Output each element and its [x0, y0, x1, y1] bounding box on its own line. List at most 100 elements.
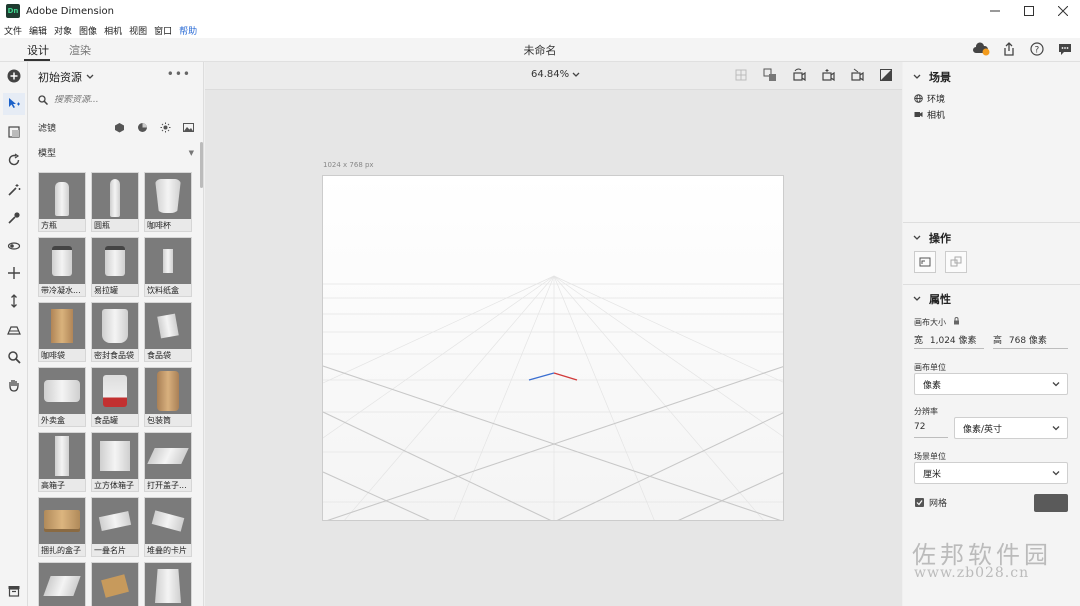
scene-item-camera[interactable]: 相机 [914, 108, 945, 121]
menu-help[interactable]: 帮助 [179, 24, 197, 37]
asset-tile[interactable]: 易拉罐 [91, 237, 139, 297]
cloud-sync-button[interactable] [972, 40, 990, 58]
help-button[interactable]: ? [1028, 40, 1046, 58]
resolution-unit-select[interactable]: 像素/英寸 [954, 417, 1068, 439]
scene-item-label: 环境 [927, 95, 946, 105]
asset-tile[interactable] [38, 562, 86, 606]
asset-thumbnail [145, 563, 191, 606]
frame-icon [8, 126, 20, 138]
canvas-size-label: 1024 x 768 px [323, 161, 374, 169]
match-image-button[interactable] [945, 251, 967, 273]
asset-tile[interactable]: 一叠名片 [91, 497, 139, 557]
scene-section-header[interactable]: 场景 [913, 69, 951, 85]
assets-dropdown[interactable]: 初始资源 [38, 69, 94, 85]
camera-dolly-button[interactable] [849, 67, 865, 83]
search-input[interactable] [54, 95, 184, 105]
zoom-tool[interactable] [3, 346, 25, 368]
asset-tile[interactable]: 包装筒 [144, 367, 192, 427]
dolly-tool[interactable] [3, 290, 25, 312]
render-preview-button[interactable] [878, 67, 894, 83]
asset-tile[interactable]: 打开盖子... [144, 432, 192, 492]
asset-tile[interactable]: 饮料纸盒 [144, 237, 192, 297]
asset-tile[interactable]: 密封食品袋 [91, 302, 139, 362]
grid-view-button[interactable] [733, 67, 749, 83]
height-field[interactable]: 高 768 像素 [993, 333, 1047, 346]
canvas-unit-select[interactable]: 像素 [914, 373, 1068, 395]
asset-tile[interactable]: 咖啡杯 [144, 172, 192, 232]
menu-file[interactable]: 文件 [4, 24, 22, 37]
hand-tool[interactable] [3, 374, 25, 396]
minimize-button[interactable] [978, 0, 1012, 22]
asset-tile[interactable]: 捆扎的盒子 [38, 497, 86, 557]
zoom-dropdown[interactable]: 64.84% [531, 69, 580, 80]
fit-canvas-button[interactable] [914, 251, 936, 273]
menu-object[interactable]: 对象 [54, 24, 72, 37]
menu-view[interactable]: 视图 [129, 24, 147, 37]
asset-tile[interactable]: 咖啡袋 [38, 302, 86, 362]
light-filter-icon[interactable] [160, 122, 171, 133]
pan-camera-tool[interactable] [3, 262, 25, 284]
scene-item-environment[interactable]: 环境 [914, 92, 945, 105]
asset-tile[interactable]: 食品袋 [144, 302, 192, 362]
asset-tile[interactable] [144, 562, 192, 606]
asset-thumbnail [145, 173, 191, 219]
checkmark-icon [916, 500, 923, 506]
camera-orbit-button[interactable] [791, 67, 807, 83]
asset-label: 一叠名片 [94, 546, 126, 555]
image-filter-icon[interactable] [183, 122, 194, 133]
height-label: 高 [993, 336, 1003, 346]
library-tool[interactable] [3, 580, 25, 602]
asset-label: 捆扎的盒子 [41, 546, 81, 555]
asset-thumbnail [92, 238, 138, 284]
asset-tile[interactable]: 带冷凝水... [38, 237, 86, 297]
height-value: 768 像素 [1008, 336, 1047, 346]
menu-image[interactable]: 图像 [79, 24, 97, 37]
menu-edit[interactable]: 编辑 [29, 24, 47, 37]
properties-section-header[interactable]: 属性 [913, 291, 951, 307]
asset-tile[interactable]: 立方体箱子 [91, 432, 139, 492]
resolution-input[interactable]: 72 [914, 422, 925, 432]
magic-wand-tool[interactable] [3, 179, 25, 201]
camera-pan-button[interactable] [820, 67, 836, 83]
horizon-tool[interactable] [3, 318, 25, 340]
select-move-icon [9, 98, 20, 108]
maximize-button[interactable] [1012, 0, 1046, 22]
add-tool[interactable] [3, 65, 25, 87]
scene-canvas[interactable] [322, 175, 784, 521]
rotate-tool[interactable] [3, 149, 25, 171]
grid-color-swatch[interactable] [1034, 494, 1068, 512]
width-field[interactable]: 宽 1,024 像素 [914, 333, 977, 346]
orbit-tool[interactable] [3, 235, 25, 257]
menu-camera[interactable]: 相机 [104, 24, 122, 37]
scene-unit-select[interactable]: 厘米 [914, 462, 1068, 484]
asset-thumbnail [145, 303, 191, 349]
feedback-button[interactable] [1056, 40, 1074, 58]
asset-tile[interactable]: 方瓶 [38, 172, 86, 232]
asset-tile[interactable]: 食品罐 [91, 367, 139, 427]
grid-checkbox[interactable] [915, 498, 924, 507]
chevron-down-icon [913, 296, 921, 301]
asset-tile[interactable]: 圆瓶 [91, 172, 139, 232]
add-circle-icon [7, 69, 21, 83]
eyedropper-tool[interactable] [3, 207, 25, 229]
width-underline [914, 348, 984, 349]
menu-window[interactable]: 窗口 [154, 24, 172, 37]
material-filter-icon[interactable] [137, 122, 148, 133]
actions-title: 操作 [929, 232, 951, 245]
more-options-button[interactable]: ••• [167, 67, 191, 81]
actions-section-header[interactable]: 操作 [913, 230, 951, 246]
asset-tile[interactable]: 外卖盒 [38, 367, 86, 427]
close-button[interactable] [1046, 0, 1080, 22]
models-section-header[interactable]: 模型 ▼ [38, 146, 194, 160]
asset-tile[interactable] [91, 562, 139, 606]
model-filter-icon[interactable] [114, 122, 125, 133]
frame-tool[interactable] [3, 121, 25, 143]
select-tool[interactable] [3, 93, 25, 115]
asset-thumbnail [92, 173, 138, 219]
frame-object-button[interactable] [762, 67, 778, 83]
dolly-icon [11, 294, 17, 308]
assets-scrollbar[interactable] [200, 142, 203, 188]
asset-tile[interactable]: 高箱子 [38, 432, 86, 492]
share-button[interactable] [1000, 40, 1018, 58]
asset-tile[interactable]: 堆叠的卡片 [144, 497, 192, 557]
